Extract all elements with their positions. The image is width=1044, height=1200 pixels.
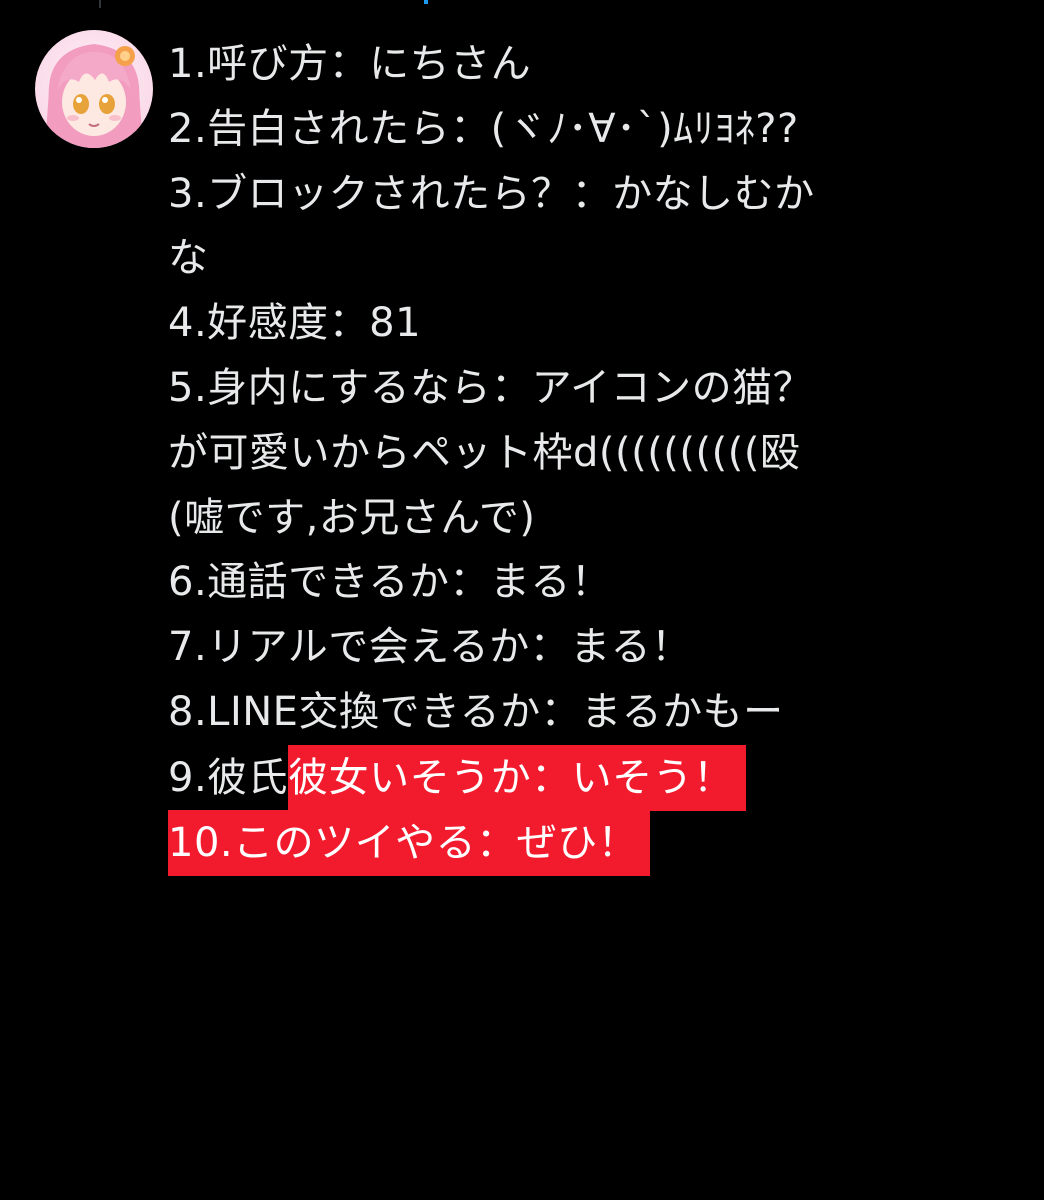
answer-line-4: 4.好感度：81 [168, 300, 422, 347]
answer-line-1: 1.呼び方：にちさん [168, 41, 532, 87]
post-text: 1.呼び方：にちさん 2.告白されたら：(ヾﾉ･∀･`)ﾑﾘﾖﾈ?? 3.ブロッ… [168, 32, 1028, 876]
accent-mark [424, 0, 428, 4]
avatar[interactable] [35, 30, 153, 148]
answer-line-10-highlight: 10.このツイやる：ぜひ！ [168, 809, 651, 876]
avatar-image [35, 30, 153, 148]
answer-line-3-continued: な [168, 235, 209, 282]
answer-line-2: 2.告白されたら：(ヾﾉ･∀･`)ﾑﾘﾖﾈ?? [168, 105, 799, 152]
answer-line-9: 9.彼氏彼女いそうか：いそう！ [168, 744, 1028, 811]
thread-connector-line [99, 0, 101, 8]
answer-line-7: 7.リアルで会えるか：まる！ [168, 624, 692, 671]
answer-line-5: 5.身内にするなら：アイコンの猫？ [168, 364, 814, 411]
answer-line-6: 6.通話できるか：まる！ [168, 559, 612, 606]
answer-line-3: 3.ブロックされたら？：かなしむか [168, 170, 815, 217]
answer-line-9-highlight: 彼女いそうか：いそう！ [288, 744, 746, 811]
answer-line-8: 8.LINE交換できるか：まるかもー [168, 688, 784, 735]
answer-line-5-continued: が可愛いからペット枠d((((((((((殴 [168, 429, 801, 476]
answer-line-5-continued-2: (嘘です,お兄さんで) [168, 494, 536, 541]
answer-line-10: 10.このツイやる：ぜひ！ [168, 809, 1028, 876]
answer-line-9-plain: 9.彼氏 [168, 754, 289, 801]
